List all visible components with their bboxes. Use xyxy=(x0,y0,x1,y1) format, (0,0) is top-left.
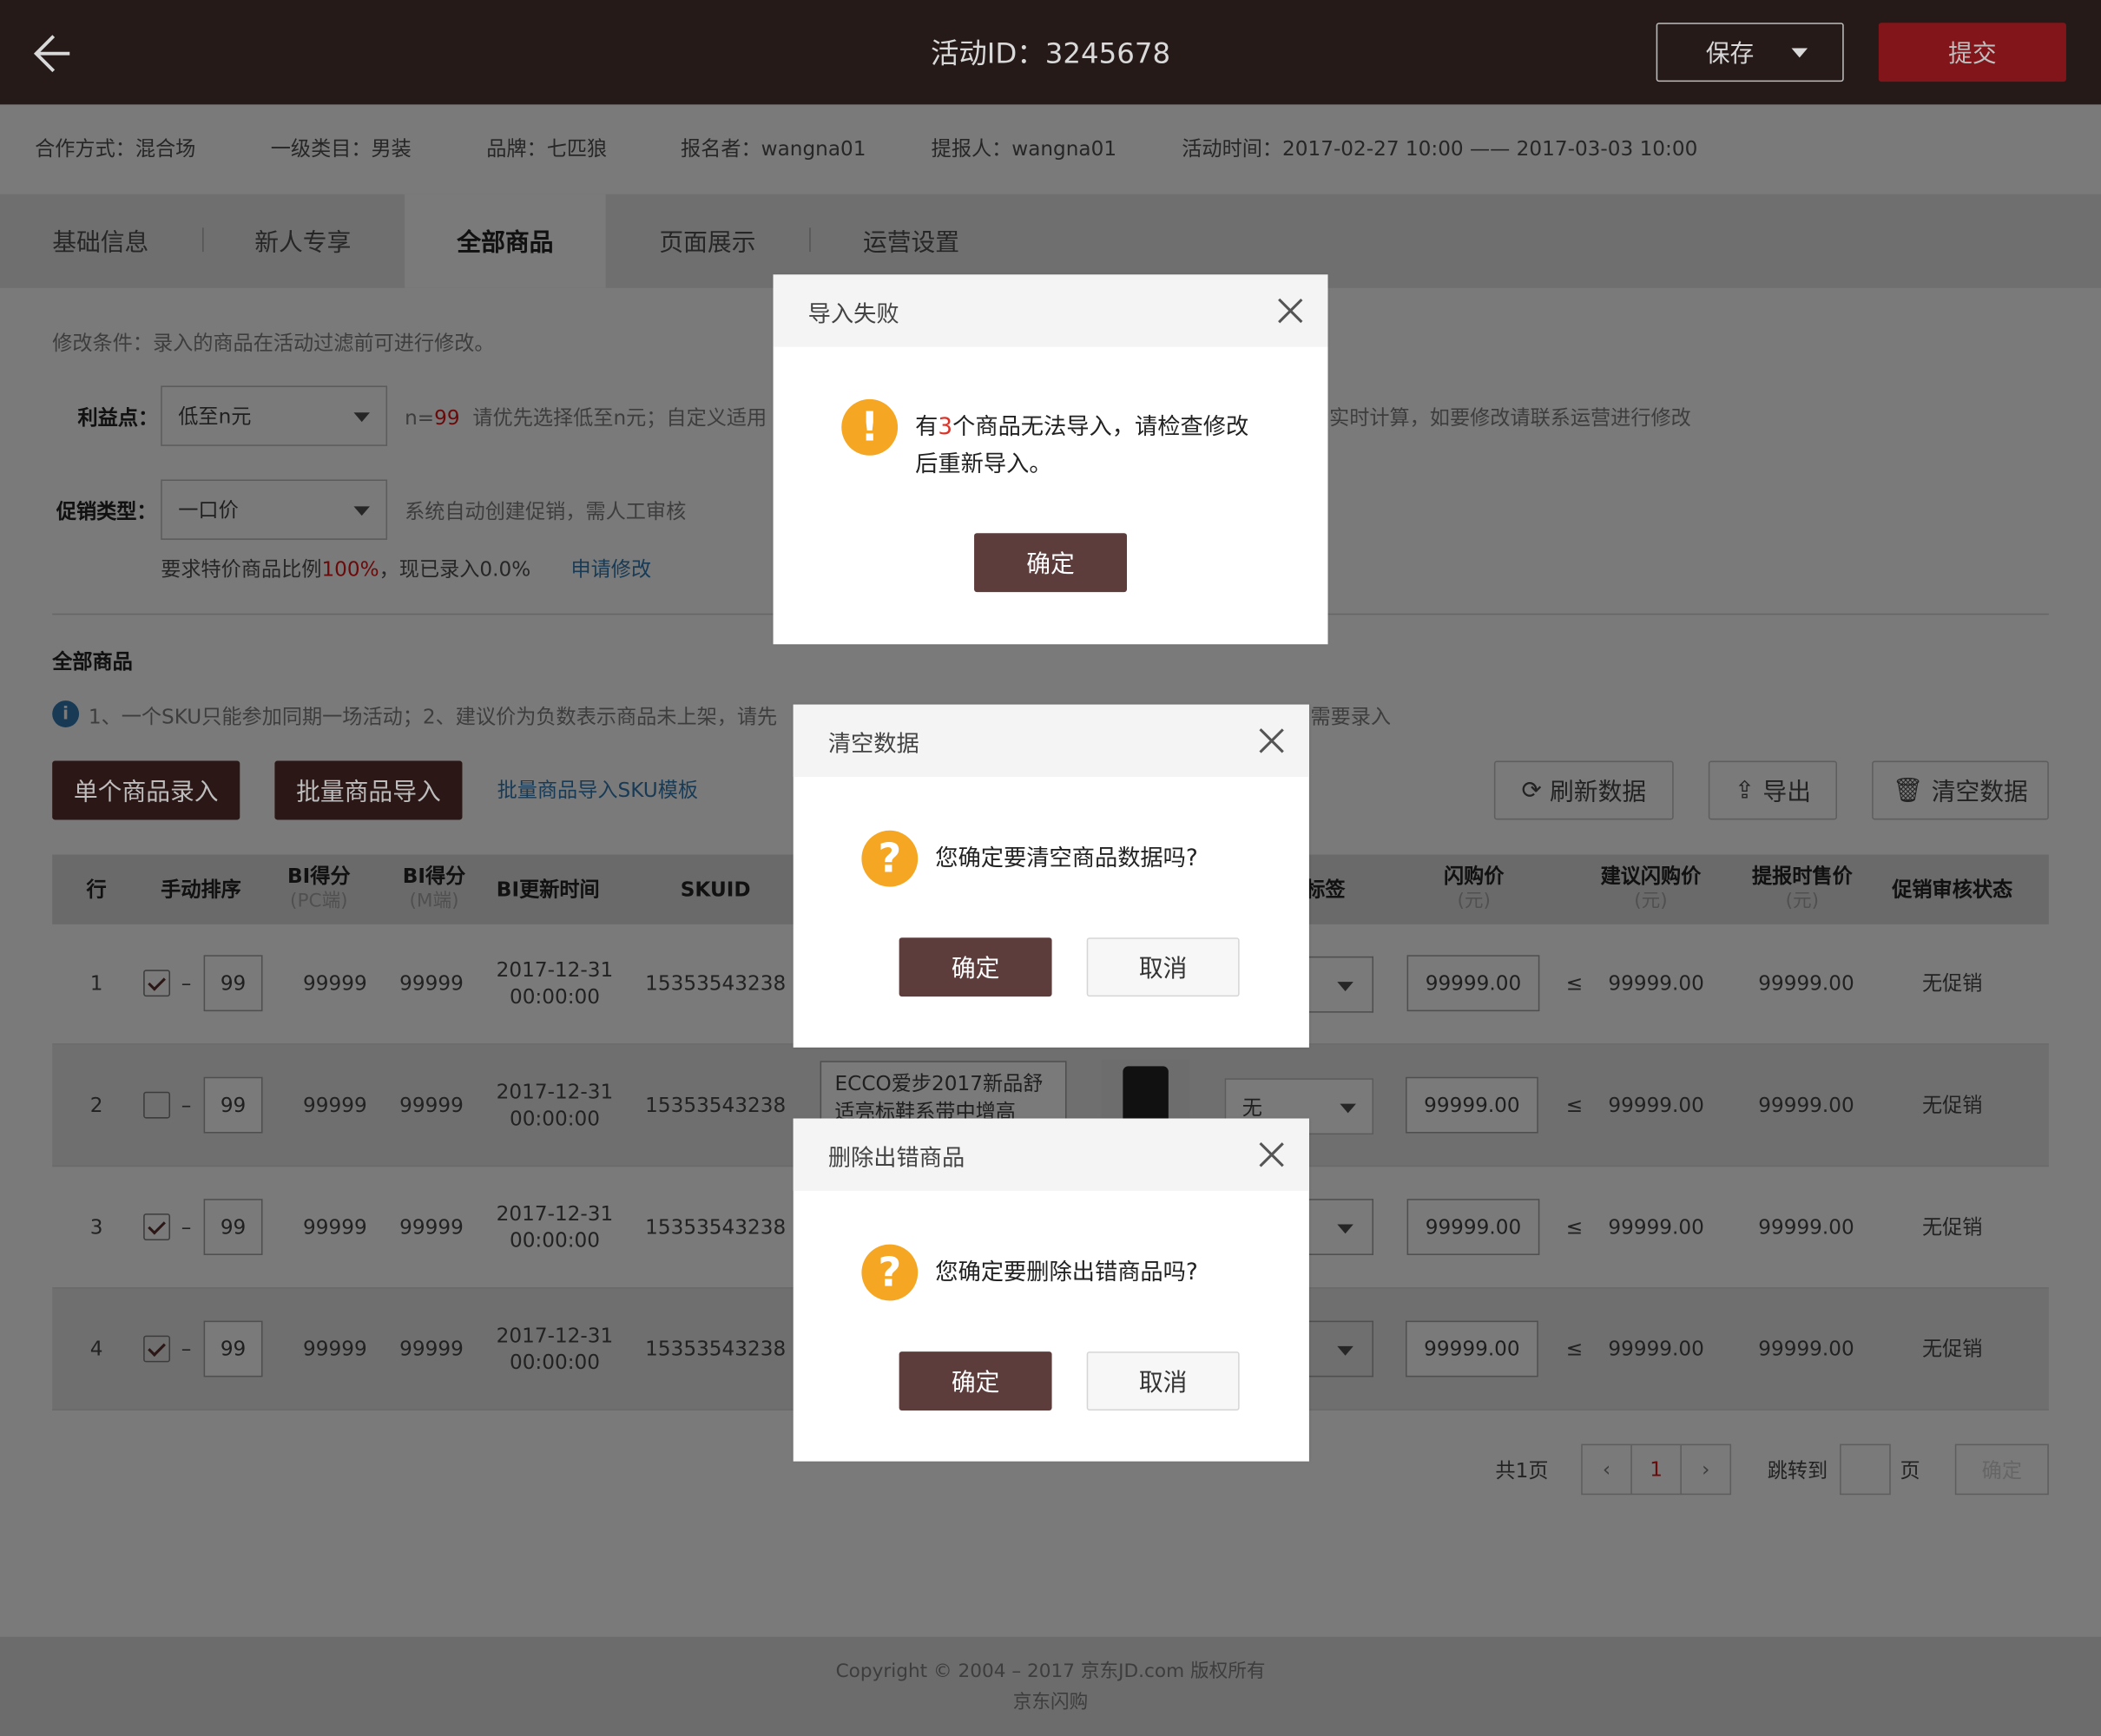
dropdown-arrow-icon xyxy=(353,412,370,423)
jump-label: 跳转到 xyxy=(1767,1458,1828,1483)
dropdown-arrow-icon xyxy=(1337,1345,1353,1356)
info-icon: i xyxy=(52,700,80,727)
flash-price-input[interactable]: 99999.00 xyxy=(1406,1320,1538,1378)
benefit-hint: n=99 请优先选择低至n元；自定义适用 xyxy=(405,405,767,431)
jump-confirm-button[interactable]: 确定 xyxy=(1954,1443,2049,1496)
clear-data-dialog: 清空数据 ? 您确定要清空商品数据吗? 确定 取消 xyxy=(793,704,1309,1048)
col-sort: 手动排序 xyxy=(161,877,241,901)
confirm-button[interactable]: 确定 xyxy=(899,937,1052,997)
promo-hint: 系统自动创建促销，需人工审核 xyxy=(405,499,687,524)
dialog-message: 有3个商品无法导入，请检查修改后重新导入。 xyxy=(915,413,1249,478)
dialog-header: 删除出错商品 xyxy=(793,1118,1309,1191)
cancel-button[interactable]: 取消 xyxy=(1086,937,1240,997)
col-report-price: 提报时售价 (元) xyxy=(1751,864,1853,912)
page-label: 页 xyxy=(1900,1458,1920,1483)
info-category: 一级类目：男装 xyxy=(270,136,412,161)
dialog-header: 清空数据 xyxy=(793,704,1309,778)
refresh-data-button[interactable]: ⟳ 刷新数据 xyxy=(1493,760,1674,820)
chevron-right-icon[interactable]: › xyxy=(1680,1443,1732,1496)
condition-text: 修改条件：录入的商品在活动过滤前可进行修改。 xyxy=(52,331,495,355)
col-flash-price: 闪购价 (元) xyxy=(1443,864,1505,912)
benefit-label: 利益点： xyxy=(77,405,159,431)
benefit-select[interactable]: 低至n元 xyxy=(161,385,388,446)
question-icon: ? xyxy=(861,830,919,887)
submit-button[interactable]: 提交 xyxy=(1878,23,2066,82)
single-import-button[interactable]: 单个商品录入 xyxy=(52,760,240,820)
row-checkbox[interactable] xyxy=(143,1213,171,1241)
trash-icon: 🗑 xyxy=(1893,776,1924,805)
dropdown-arrow-icon xyxy=(1337,982,1353,991)
notice-text-tail: 需要录入 xyxy=(1310,704,1392,729)
product-image xyxy=(1123,1066,1169,1126)
info-activity-time: 活动时间：2017-02-27 10:00 —— 2017-03-03 10:0… xyxy=(1182,136,1698,161)
dropdown-arrow-icon xyxy=(1337,1224,1353,1234)
promo-type-select[interactable]: 一口价 xyxy=(161,479,388,540)
confirm-button[interactable]: 确定 xyxy=(899,1351,1052,1410)
tab-new-user[interactable]: 新人专享 xyxy=(202,194,404,288)
clear-data-button[interactable]: 🗑 清空数据 xyxy=(1872,760,2049,820)
delete-error-dialog: 删除出错商品 ? 您确定要删除出错商品吗? 确定 取消 xyxy=(793,1118,1309,1462)
footer: Copyright © 2004 – 2017 京东JD.com 版权所有 京东… xyxy=(0,1636,2101,1736)
row-checkbox[interactable] xyxy=(143,970,171,997)
col-suggest-price: 建议闪购价 (元) xyxy=(1600,864,1702,912)
notice-text: 1、一个SKU只能参加同期一场活动；2、建议价为负数表示商品未上架，请先 xyxy=(88,704,778,729)
top-header: 活动ID：3245678 保存 提交 xyxy=(0,0,2101,105)
dropdown-arrow-icon xyxy=(1340,1103,1356,1114)
dropdown-arrow-icon xyxy=(353,506,370,516)
benefit-hint-tail: 实时计算，如要修改请联系运营进行修改 xyxy=(1329,405,1691,431)
tab-basic-info[interactable]: 基础信息 xyxy=(0,194,201,288)
section-title: 全部商品 xyxy=(52,649,133,674)
sort-input[interactable]: 99 xyxy=(203,1320,263,1378)
page-total: 共1页 xyxy=(1495,1458,1549,1483)
import-fail-dialog: 导入失败 ! 有3个商品无法导入，请检查修改后重新导入。 确定 xyxy=(773,274,1328,645)
sort-input[interactable]: 99 xyxy=(203,955,263,1012)
chevron-left-icon[interactable]: ‹ xyxy=(1581,1443,1632,1496)
close-icon[interactable] xyxy=(1258,727,1285,754)
col-skuid: SKUID xyxy=(680,877,751,901)
apply-modify-link[interactable]: 申请修改 xyxy=(570,555,651,582)
info-brand: 品牌：七匹狼 xyxy=(486,136,608,161)
question-icon: ? xyxy=(861,1244,919,1301)
row-checkbox[interactable] xyxy=(143,1335,171,1363)
flash-price-input[interactable]: 99999.00 xyxy=(1406,955,1540,1012)
dropdown-arrow-icon xyxy=(1791,47,1808,57)
info-reporter: 提报人：wangna01 xyxy=(931,136,1117,161)
dialog-header: 导入失败 xyxy=(773,274,1328,347)
dialog-message: 您确定要清空商品数据吗? xyxy=(935,845,1198,872)
ratio-text: 要求特价商品比例100%，现已录入0.0% xyxy=(161,556,531,582)
save-button[interactable]: 保存 xyxy=(1656,23,1844,82)
close-icon[interactable] xyxy=(1277,298,1304,325)
col-bi-time: BI更新时间 xyxy=(496,877,600,901)
refresh-icon: ⟳ xyxy=(1521,776,1542,805)
tab-all-products[interactable]: 全部商品 xyxy=(405,194,606,288)
export-icon: ⇪ xyxy=(1734,776,1755,805)
dialog-message: 您确定要删除出错商品吗? xyxy=(935,1259,1198,1286)
col-audit-status: 促销审核状态 xyxy=(1892,877,2013,901)
sort-input[interactable]: 99 xyxy=(203,1199,263,1255)
cancel-button[interactable]: 取消 xyxy=(1086,1351,1240,1410)
jump-page-input[interactable] xyxy=(1840,1443,1891,1496)
col-bi-pc: BI得分 (PC端) xyxy=(287,864,351,912)
confirm-button[interactable]: 确定 xyxy=(974,533,1127,593)
col-row: 行 xyxy=(86,877,107,901)
promo-label: 促销类型： xyxy=(56,499,157,524)
row-checkbox[interactable] xyxy=(143,1091,171,1119)
sku-template-link[interactable]: 批量商品导入SKU模板 xyxy=(497,776,698,804)
sort-input[interactable]: 99 xyxy=(203,1076,263,1134)
footer-brand: 京东闪购 xyxy=(1012,1692,1089,1713)
copyright-text: Copyright © 2004 – 2017 京东JD.com 版权所有 xyxy=(835,1660,1266,1683)
tag-select[interactable] xyxy=(1307,956,1373,1013)
warning-icon: ! xyxy=(841,398,899,456)
close-icon[interactable] xyxy=(1258,1141,1285,1168)
info-applicant: 报名者：wangna01 xyxy=(681,136,866,161)
page-current[interactable]: 1 xyxy=(1630,1443,1682,1496)
col-bi-m: BI得分 (M端) xyxy=(402,864,466,912)
batch-import-button[interactable]: 批量商品导入 xyxy=(274,760,463,820)
flash-price-input[interactable]: 99999.00 xyxy=(1406,1199,1540,1255)
export-button[interactable]: ⇪ 导出 xyxy=(1708,760,1838,820)
flash-price-input[interactable]: 99999.00 xyxy=(1406,1076,1538,1134)
tag-select[interactable] xyxy=(1307,1199,1373,1255)
tag-select[interactable] xyxy=(1307,1320,1373,1378)
info-cooperation: 合作方式：混合场 xyxy=(35,136,196,161)
